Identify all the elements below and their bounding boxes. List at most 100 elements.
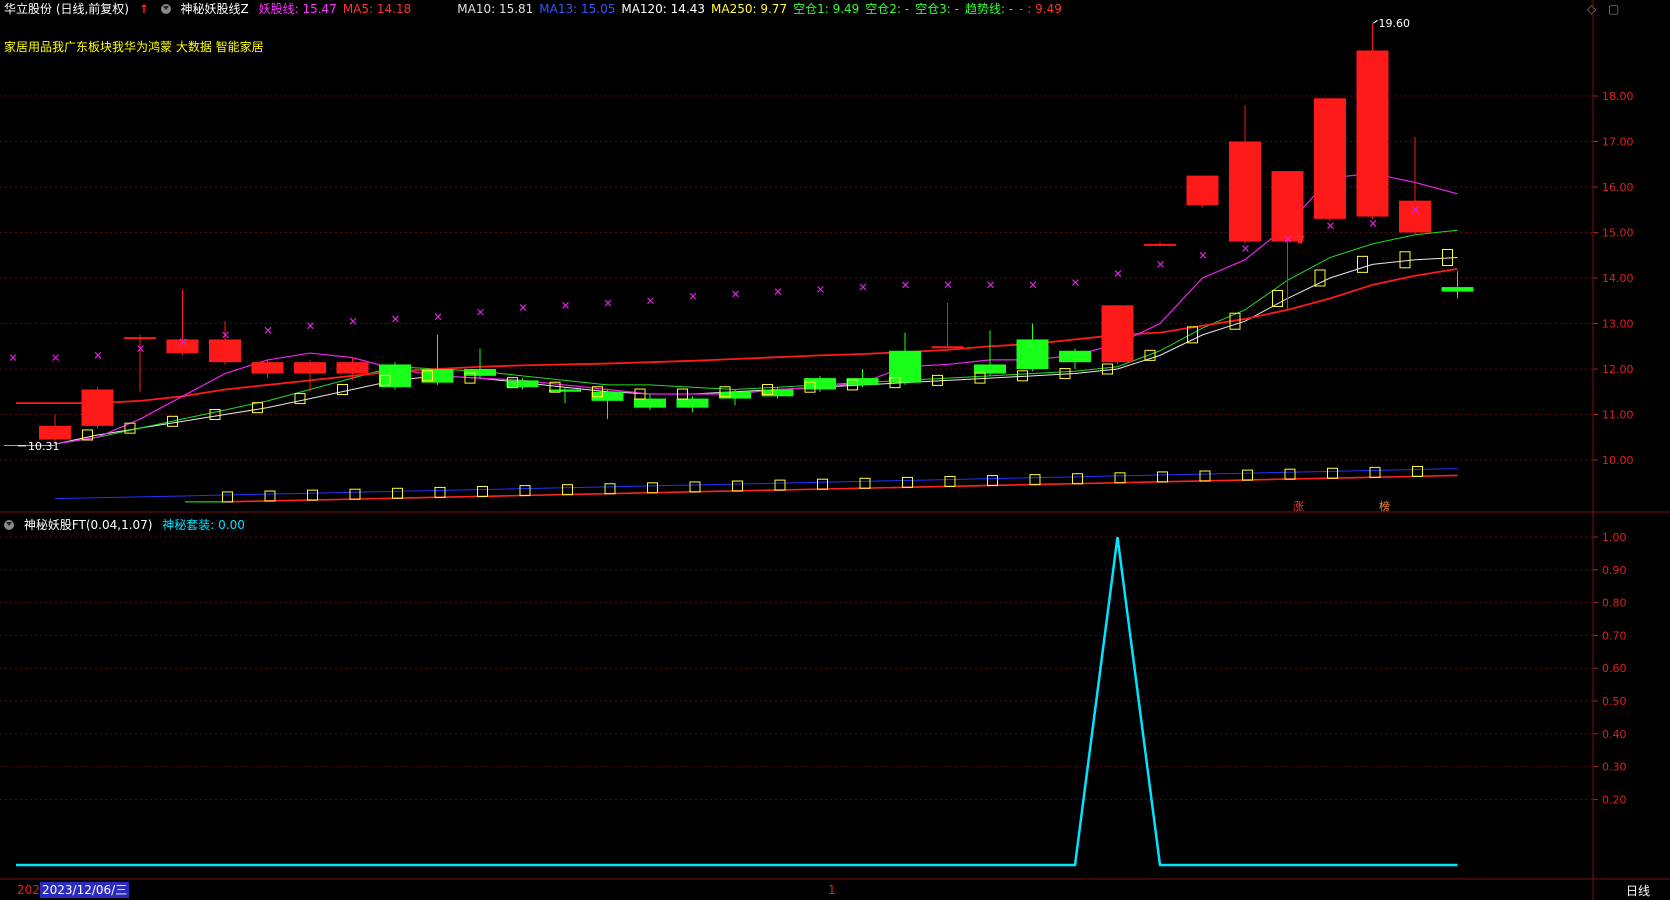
candle-body bbox=[124, 337, 156, 340]
floor-box bbox=[817, 478, 828, 490]
cross-marker bbox=[1242, 245, 1249, 252]
floor-box bbox=[774, 479, 786, 491]
candle-body bbox=[39, 425, 71, 440]
price-tick-label: 13.00 bbox=[1602, 318, 1634, 331]
ma-floor-line bbox=[224, 474, 1458, 503]
floor-box bbox=[307, 489, 318, 501]
cross-marker bbox=[859, 283, 867, 291]
floor-box bbox=[859, 477, 871, 489]
candle-body bbox=[1101, 305, 1134, 363]
cross-marker bbox=[689, 292, 697, 300]
floor-box bbox=[1284, 468, 1296, 480]
cross-marker bbox=[264, 326, 272, 334]
cross-marker bbox=[519, 304, 527, 311]
cross-marker bbox=[9, 354, 17, 362]
candle-body bbox=[974, 364, 1006, 374]
tag-bang: 榜 bbox=[1379, 499, 1390, 513]
floor-box bbox=[434, 486, 446, 498]
floor-box bbox=[222, 491, 233, 503]
candle-body bbox=[1144, 243, 1176, 246]
ma-green-line bbox=[54, 229, 1458, 445]
cross-marker bbox=[349, 317, 357, 325]
cross-marker bbox=[434, 313, 442, 321]
cross-marker bbox=[392, 315, 399, 323]
price-tick-label: 10.00 bbox=[1602, 454, 1634, 467]
sub-tick-label: 0.90 bbox=[1602, 564, 1627, 577]
floor-box bbox=[562, 484, 573, 496]
floor-box bbox=[689, 481, 701, 493]
cross-marker bbox=[987, 281, 994, 289]
floor-box bbox=[1072, 473, 1083, 485]
floor-box bbox=[1114, 472, 1126, 484]
ma-white-line bbox=[54, 257, 1458, 445]
cross-marker bbox=[944, 281, 952, 289]
signal-box bbox=[294, 393, 306, 405]
candle-body bbox=[1399, 200, 1431, 233]
cross-marker bbox=[1029, 281, 1037, 289]
cross-marker bbox=[817, 285, 824, 293]
candle-body bbox=[294, 362, 326, 374]
floor-box bbox=[604, 483, 616, 495]
floor-box bbox=[987, 475, 998, 487]
candle-body bbox=[549, 389, 581, 392]
low-price-label: 10.31 bbox=[28, 440, 60, 453]
candle-body bbox=[209, 339, 241, 363]
candle-body bbox=[719, 391, 751, 399]
sub-tick-label: 1.00 bbox=[1602, 531, 1627, 544]
floor-box bbox=[647, 482, 658, 494]
candle-body bbox=[464, 369, 496, 376]
kline-chart[interactable]: 18.0017.0016.0015.0014.0013.0012.0011.00… bbox=[0, 0, 1670, 900]
sub-tick-label: 0.70 bbox=[1602, 629, 1627, 642]
candle-body bbox=[1441, 287, 1474, 292]
floor-box bbox=[1369, 466, 1381, 478]
floor-box bbox=[477, 485, 488, 497]
cross-marker bbox=[647, 297, 654, 305]
floor-box bbox=[944, 475, 956, 487]
sub-tick-label: 0.30 bbox=[1602, 761, 1627, 774]
cross-marker bbox=[1327, 222, 1334, 230]
cross-marker bbox=[1199, 251, 1207, 259]
candle-body bbox=[931, 346, 964, 349]
candle-body bbox=[1314, 98, 1346, 219]
price-tick-label: 15.00 bbox=[1602, 227, 1634, 240]
floor-box bbox=[1242, 469, 1253, 481]
cross-marker bbox=[94, 351, 102, 359]
cross-marker bbox=[732, 290, 739, 298]
candle-body bbox=[251, 362, 284, 374]
floor-box bbox=[902, 476, 913, 488]
price-tick-label: 12.00 bbox=[1602, 363, 1634, 376]
price-tick-label: 11.00 bbox=[1602, 409, 1634, 422]
cursor-date-label: 2023/12/06/三 bbox=[40, 882, 130, 898]
candle-body bbox=[336, 362, 369, 374]
cross-marker bbox=[52, 354, 59, 362]
signal-box bbox=[1357, 255, 1368, 273]
tag-zhang: 涨 bbox=[1293, 500, 1304, 513]
floor-box bbox=[264, 490, 276, 502]
cross-marker bbox=[902, 281, 909, 289]
price-tick-label: 18.00 bbox=[1602, 90, 1634, 103]
cross-marker bbox=[1072, 279, 1079, 286]
candle-body bbox=[1186, 175, 1219, 206]
sub-tick-label: 0.40 bbox=[1602, 728, 1627, 741]
cross-marker bbox=[562, 301, 569, 309]
high-price-label: 19.60 bbox=[1379, 17, 1411, 30]
price-tick-label: 16.00 bbox=[1602, 181, 1634, 194]
sub-tick-label: 0.20 bbox=[1602, 793, 1627, 806]
candle-body bbox=[506, 380, 539, 388]
candle-body bbox=[846, 378, 879, 385]
cross-marker bbox=[477, 308, 484, 316]
signal-box bbox=[1399, 251, 1411, 269]
high-price-pointer bbox=[1373, 19, 1378, 24]
floor-box bbox=[732, 480, 743, 492]
sub-tick-label: 0.60 bbox=[1602, 662, 1627, 675]
floor-box bbox=[1199, 470, 1211, 482]
candle-body bbox=[1271, 171, 1304, 242]
period-label[interactable]: 日线 bbox=[1626, 883, 1650, 899]
floor-box bbox=[1157, 471, 1168, 483]
candle-body bbox=[804, 378, 836, 390]
floor-box bbox=[349, 488, 361, 500]
sub-tick-label: 0.50 bbox=[1602, 695, 1627, 708]
price-tick-label: 14.00 bbox=[1602, 272, 1634, 285]
candle-body bbox=[1059, 350, 1091, 363]
candle-body bbox=[1229, 141, 1261, 242]
